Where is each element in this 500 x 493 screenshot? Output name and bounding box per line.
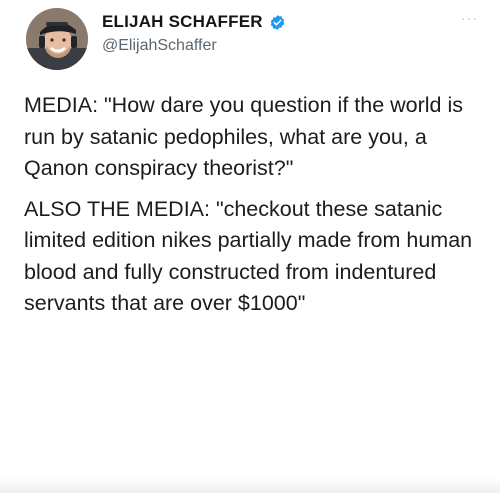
avatar-photo-icon: [26, 8, 88, 70]
author-handle[interactable]: @ElijahSchaffer: [102, 37, 217, 55]
verified-badge-icon: [269, 14, 286, 31]
tweet-card: ELIJAH SCHAFFER @ElijahSchaffer ··· MEDI…: [0, 0, 500, 493]
author-name-row: ELIJAH SCHAFFER: [102, 12, 286, 32]
tweet-text: MEDIA: "How dare you question if the wor…: [24, 90, 484, 320]
tweet-header: ELIJAH SCHAFFER @ElijahSchaffer ···: [26, 8, 486, 72]
avatar[interactable]: [26, 8, 88, 70]
bottom-divider: [0, 477, 500, 493]
tweet-paragraph: MEDIA: "How dare you question if the wor…: [24, 93, 464, 180]
more-options-icon[interactable]: ···: [461, 10, 478, 26]
author-display-name[interactable]: ELIJAH SCHAFFER: [102, 12, 263, 32]
tweet-paragraph: ALSO THE MEDIA: "checkout these satanic …: [24, 196, 473, 316]
